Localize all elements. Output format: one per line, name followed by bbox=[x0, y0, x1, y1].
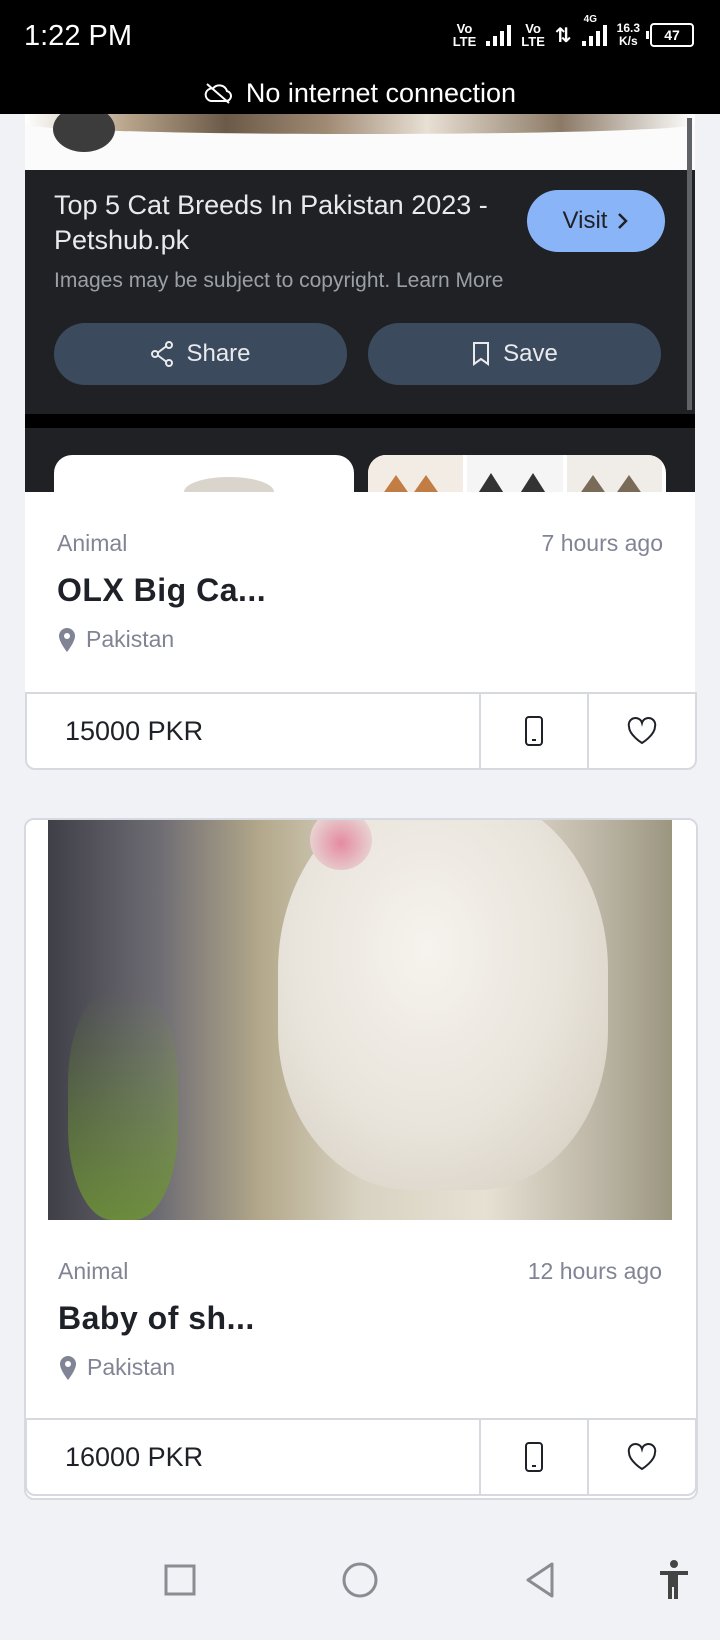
visit-button[interactable]: Visit bbox=[527, 190, 665, 252]
listing-time: 12 hours ago bbox=[527, 1258, 662, 1284]
share-icon bbox=[151, 341, 174, 367]
location-pin-icon bbox=[60, 1355, 76, 1380]
listing-location: Pakistan bbox=[58, 1354, 175, 1381]
heart-icon bbox=[627, 717, 657, 745]
listing-meta: Animal 7 hours ago bbox=[57, 530, 663, 557]
back-button[interactable] bbox=[518, 1558, 562, 1607]
phone-icon bbox=[525, 716, 543, 746]
chevron-right-icon bbox=[618, 213, 629, 229]
divider bbox=[25, 414, 695, 428]
signal-4g-icon: 4G bbox=[581, 14, 607, 46]
call-button[interactable] bbox=[479, 1420, 587, 1494]
listing-category: Animal bbox=[58, 1258, 129, 1284]
signal-icon bbox=[486, 24, 512, 46]
listing-category: Animal bbox=[57, 530, 128, 556]
status-bar: 1:22 PM Vo LTE Vo LTE ⇅ 4G 16.3 K/s 47 bbox=[0, 0, 720, 72]
cat-image-preview bbox=[25, 114, 695, 170]
volte-icon: Vo LTE bbox=[521, 21, 545, 49]
heart-icon bbox=[627, 1443, 657, 1471]
recent-apps-icon bbox=[164, 1564, 196, 1596]
recent-apps-button[interactable] bbox=[160, 1558, 200, 1607]
listing-action-bar: 16000 PKR bbox=[25, 1418, 697, 1496]
status-time: 1:22 PM bbox=[24, 20, 132, 52]
listing-location: Pakistan bbox=[57, 626, 174, 653]
share-button[interactable]: Share bbox=[54, 323, 347, 385]
accessibility-button[interactable] bbox=[654, 1558, 694, 1607]
location-pin-icon bbox=[59, 627, 75, 652]
listing-title[interactable]: OLX Big Ca... bbox=[57, 572, 266, 609]
listing-meta: Animal 12 hours ago bbox=[58, 1258, 662, 1285]
image-viewer: Top 5 Cat Breeds In Pakistan 2023 - Pets… bbox=[25, 114, 695, 492]
status-icons: Vo LTE Vo LTE ⇅ 4G 16.3 K/s 47 bbox=[452, 14, 694, 49]
favorite-button[interactable] bbox=[587, 1420, 695, 1494]
listing-card[interactable]: Animal 7 hours ago OLX Big Ca... Pakista… bbox=[25, 492, 695, 692]
bookmark-icon bbox=[473, 342, 490, 366]
ad-title[interactable]: Top 5 Cat Breeds In Pakistan 2023 - Pets… bbox=[54, 188, 504, 258]
listing-time: 7 hours ago bbox=[541, 530, 663, 556]
listing-details: Animal 12 hours ago Baby of sh... Pakist… bbox=[26, 1220, 694, 1418]
navigation-bar bbox=[0, 1540, 720, 1640]
accessibility-icon bbox=[660, 1560, 688, 1599]
listing-price: 16000 PKR bbox=[65, 1441, 204, 1472]
home-button[interactable] bbox=[338, 1558, 382, 1607]
data-transfer-icon: ⇅ bbox=[554, 24, 572, 47]
listing-action-bar: 15000 PKR bbox=[25, 692, 697, 770]
volte-icon: Vo LTE bbox=[452, 21, 477, 49]
no-internet-banner: No internet connection bbox=[0, 72, 720, 114]
battery-icon: 47 bbox=[646, 23, 694, 47]
home-icon bbox=[342, 1562, 378, 1598]
phone-icon bbox=[525, 1442, 543, 1472]
google-lens-icon[interactable] bbox=[53, 114, 115, 152]
listing-title[interactable]: Baby of sh... bbox=[58, 1300, 255, 1337]
related-image-thumbnail[interactable] bbox=[54, 455, 354, 492]
copyright-notice[interactable]: Images may be subject to copyright. Lear… bbox=[54, 269, 503, 293]
network-speed: 16.3 K/s bbox=[616, 21, 640, 48]
cloud-off-icon bbox=[204, 83, 232, 104]
related-image-thumbnail[interactable] bbox=[368, 455, 666, 492]
listing-price: 15000 PKR bbox=[65, 715, 204, 746]
favorite-button[interactable] bbox=[587, 694, 695, 768]
save-button[interactable]: Save bbox=[368, 323, 661, 385]
back-icon bbox=[526, 1562, 554, 1598]
call-button[interactable] bbox=[479, 694, 587, 768]
scrollbar[interactable] bbox=[687, 118, 692, 410]
listing-image[interactable] bbox=[48, 820, 672, 1220]
